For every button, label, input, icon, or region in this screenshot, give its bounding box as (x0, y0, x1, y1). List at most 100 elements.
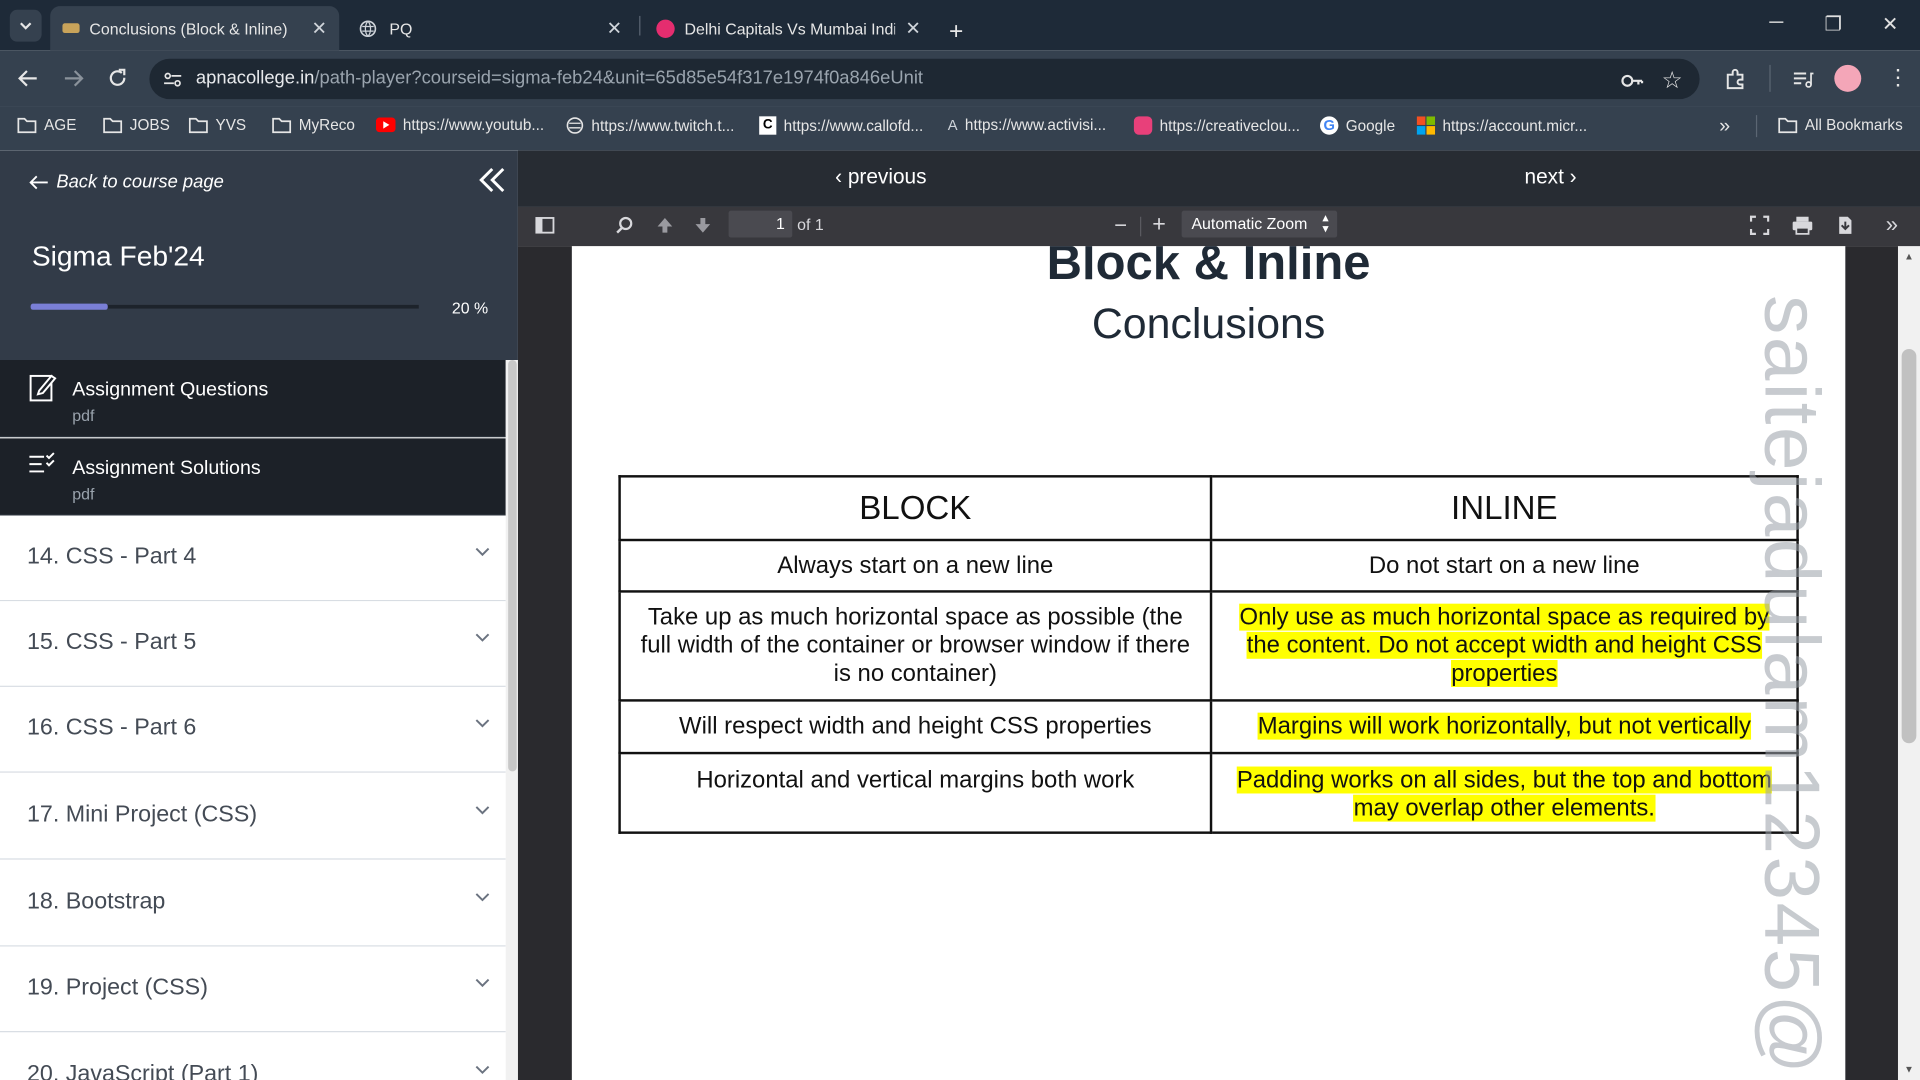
bookmark-item[interactable]: A https://www.activisi... (948, 116, 1106, 133)
page-number-input[interactable]: 1 (728, 210, 793, 238)
bookmark-label: YVS (215, 116, 247, 134)
presentation-mode-icon[interactable] (1749, 215, 1770, 236)
more-bookmarks-icon[interactable]: » (1719, 116, 1730, 138)
close-tab-icon[interactable]: ✕ (607, 17, 622, 39)
table-header-row: BLOCK INLINE (618, 475, 1799, 542)
next-label: next (1524, 165, 1564, 189)
close-tab-icon[interactable]: ✕ (905, 17, 920, 39)
zoom-out-icon[interactable]: − (1114, 213, 1127, 239)
profile-avatar[interactable] (1834, 64, 1862, 92)
cricket-favicon-icon (656, 18, 675, 38)
unit-item[interactable]: 15. CSS - Part 5 (0, 601, 506, 687)
forward-arrow-icon[interactable] (62, 67, 84, 89)
download-icon[interactable] (1836, 216, 1856, 236)
unit-item[interactable]: 14. CSS - Part 4 (0, 515, 506, 602)
unit-item[interactable]: 18. Bootstrap (0, 860, 506, 947)
bookmark-item[interactable]: https://www.twitch.t... (566, 116, 734, 134)
assignment-type: pdf (72, 484, 95, 504)
assignment-solutions-item[interactable]: Assignment Solutions pdf (0, 438, 506, 516)
zoom-select[interactable]: Automatic Zoom ▴ ▾ (1181, 210, 1338, 238)
menu-kebab-icon[interactable]: ⋮ (1887, 65, 1909, 91)
chevron-down-icon (475, 1065, 490, 1075)
zoom-separator (1140, 216, 1142, 237)
password-key-icon[interactable] (1620, 70, 1644, 92)
table-cell: Take up as much horizontal space as poss… (618, 590, 1213, 702)
zoom-value: Automatic Zoom (1191, 214, 1308, 233)
reload-icon[interactable] (107, 67, 129, 89)
progress-fill (30, 303, 109, 310)
url-text[interactable]: apnacollege.in/path-player?courseid=sigm… (196, 67, 923, 88)
unit-item[interactable]: 19. Project (CSS) (0, 946, 506, 1033)
all-bookmarks[interactable]: All Bookmarks (1778, 116, 1903, 133)
tab-title: Delhi Capitals Vs Mumbai Indians (684, 18, 895, 38)
next-button[interactable]: next › (1525, 165, 1577, 189)
site-settings-icon[interactable] (163, 70, 183, 90)
table-row: Always start on a new line Do not start … (618, 538, 1799, 593)
scroll-up-icon[interactable]: ▲ (1904, 251, 1914, 262)
restore-icon[interactable]: ❐ (1825, 12, 1843, 36)
lesson-nav: ‹ previous next › (517, 150, 1920, 207)
tools-menu-icon[interactable]: » (1886, 212, 1898, 238)
bookmark-item[interactable]: G Google (1320, 116, 1395, 135)
table-cell: Padding works on all sides, but the top … (1209, 751, 1799, 834)
pdf-page: Block & Inline Conclusions BLOCK INLINE … (571, 246, 1846, 1080)
unit-title: 18. Bootstrap (26, 888, 166, 915)
tab-search-button[interactable] (9, 9, 42, 42)
edit-document-icon (28, 371, 57, 403)
find-icon[interactable] (615, 216, 635, 236)
highlighted-text: Only use as much horizontal space as req… (1239, 603, 1770, 687)
table-cell: Always start on a new line (618, 538, 1213, 593)
previous-page-icon[interactable] (655, 216, 675, 236)
bookmark-item[interactable]: C https://www.callofd... (759, 116, 923, 135)
collapse-sidebar-icon[interactable] (478, 165, 507, 194)
folder-icon (188, 117, 208, 134)
left-arrow-icon (29, 175, 48, 189)
unit-item[interactable]: 17. Mini Project (CSS) (0, 773, 506, 860)
toolbar-separator (1769, 64, 1771, 92)
bookmark-item[interactable]: MyReco (272, 116, 355, 133)
bookmark-item[interactable]: JOBS (103, 116, 170, 133)
highlighted-text: Margins will work horizontally, but not … (1257, 712, 1751, 740)
bookmark-star-icon[interactable]: ☆ (1662, 67, 1683, 95)
next-page-icon[interactable] (693, 216, 713, 236)
close-window-icon[interactable]: ✕ (1882, 12, 1898, 36)
back-arrow-icon[interactable] (17, 67, 39, 89)
cod-icon: C (759, 116, 777, 135)
folder-icon (103, 117, 123, 134)
scroll-down-icon[interactable]: ▼ (1904, 1064, 1914, 1075)
new-tab-button[interactable]: + (949, 10, 963, 54)
unit-item[interactable]: 20. JavaScript (Part 1) (0, 1033, 506, 1080)
print-icon[interactable] (1791, 216, 1813, 236)
zoom-in-icon[interactable]: + (1152, 212, 1166, 239)
unit-title: 16. CSS - Part 6 (26, 715, 197, 741)
tab-cricket[interactable]: Delhi Capitals Vs Mumbai Indians ✕ (644, 6, 933, 50)
pdf-scroll-thumb[interactable] (1901, 348, 1917, 744)
assignment-questions-item[interactable]: Assignment Questions pdf (0, 360, 506, 438)
url-path: /path-player?courseid=sigma-feb24&unit=6… (314, 67, 924, 89)
back-to-course-link[interactable]: Back to course page (29, 171, 224, 192)
bookmark-item[interactable]: YVS (188, 116, 247, 134)
bookmark-item[interactable]: AGE (17, 116, 76, 133)
tab-conclusions[interactable]: Conclusions (Block & Inline) ✕ (50, 6, 340, 51)
sidebar-toggle-icon[interactable] (535, 216, 555, 236)
previous-button[interactable]: ‹ previous (835, 165, 926, 189)
select-arrows-icon: ▴ ▾ (1322, 211, 1329, 237)
extensions-icon[interactable] (1724, 68, 1746, 91)
bookmark-item[interactable]: https://www.youtub... (375, 116, 544, 133)
comparison-table: BLOCK INLINE Always start on a new line … (618, 475, 1799, 834)
close-tab-icon[interactable]: ✕ (312, 17, 327, 39)
bookmark-label: https://account.micr... (1442, 116, 1588, 135)
media-controls-icon[interactable] (1791, 69, 1814, 91)
table-row: Will respect width and height CSS proper… (618, 699, 1799, 755)
chevron-down-icon (475, 893, 490, 903)
course-sidebar: Back to course page Sigma Feb'24 20 % As… (0, 150, 518, 1080)
bookmark-item[interactable]: https://account.micr... (1416, 116, 1588, 135)
tab-pq[interactable]: PQ ✕ (347, 6, 635, 50)
unit-item[interactable]: 16. CSS - Part 6 (0, 686, 506, 773)
bookmark-item[interactable]: https://creativeclou... (1133, 116, 1300, 135)
minimize-icon[interactable]: ─ (1769, 12, 1783, 34)
bookmark-label: AGE (44, 116, 77, 134)
sidebar-scroll-thumb[interactable] (508, 360, 517, 772)
sidebar-header: Back to course page Sigma Feb'24 20 % (0, 150, 518, 361)
unit-title: 17. Mini Project (CSS) (26, 802, 258, 828)
